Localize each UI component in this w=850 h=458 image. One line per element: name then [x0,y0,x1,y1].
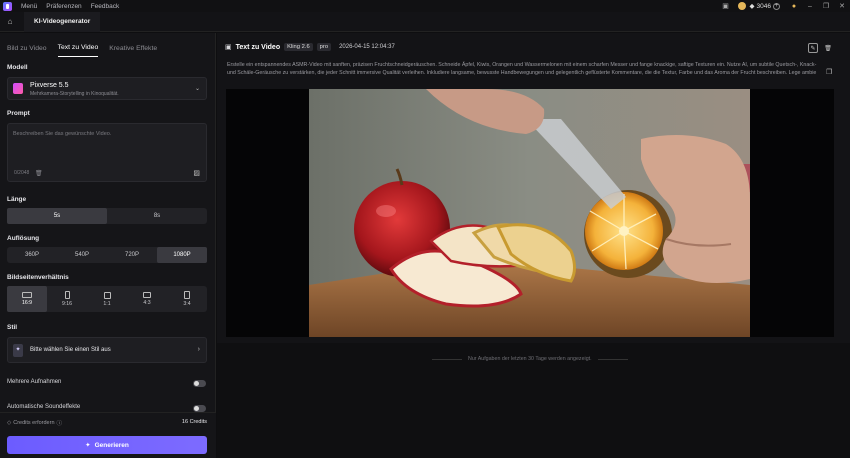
multi-shot-label: Mehrere Aufnahmen [7,379,62,385]
resolution-option-720p[interactable]: 720P [107,247,157,263]
tab-row: ⌂ KI-Videogenerator [0,11,850,32]
model-name: Pixverse 5.5 [30,82,69,89]
retention-note: Nur Aufgaben der letzten 30 Tage werden … [432,356,628,362]
credits-required-label: Credits erfordern [13,420,55,426]
info-icon[interactable]: ⓘ [57,419,63,427]
credits-required: ◇ Credits erfordern ⓘ [7,419,62,427]
resolution-heading: Auflösung [7,235,40,242]
trash-icon[interactable]: 🗑 [35,170,43,177]
close-icon[interactable]: ✕ [838,2,846,10]
length-heading: Länge [7,196,27,203]
credits-pill[interactable]: ◆ 3046 + [750,2,780,10]
resolution-option-360p[interactable]: 360P [7,247,57,263]
minimize-icon[interactable]: – [806,2,814,10]
task-title: Text zu Video [235,43,281,51]
video-frame-image [226,89,834,337]
ratio-4-3-icon [143,292,151,298]
length-option-8s[interactable]: 8s [107,208,207,224]
task-card: ▣ Text zu Video Kling 2.6 pro 2026-04-15… [217,33,850,343]
generate-button[interactable]: ✦ Generieren [7,436,207,454]
coin-icon[interactable] [737,2,746,10]
copy-icon[interactable]: ❐ [826,68,832,76]
diamond-icon: ◇ [7,420,12,426]
maximize-icon[interactable]: ❐ [822,2,830,10]
length-selector: 5s 8s [7,208,207,224]
prompt-placeholder: Beschreiben Sie das gewünschte Video. [13,131,112,137]
ratio-selector: 16:9 9:16 1:1 4:3 3:4 [7,286,207,312]
mode-tabs: Bild zu Video Text zu Video Kreative Eff… [0,33,215,57]
tab-text-to-video[interactable]: Text zu Video [57,44,99,57]
ratio-1-1-icon [103,291,111,299]
account-icon[interactable]: ● [790,2,798,10]
app-logo-icon [3,1,12,11]
ratio-3-4-icon [184,291,190,299]
ratio-label: 1:1 [103,300,111,307]
generate-bar: ◇ Credits erfordern ⓘ 16 Credits ✦ Gener… [0,412,216,458]
task-timestamp: 2026-04-15 12:04:37 [339,44,395,50]
auto-sound-toggle[interactable] [193,405,206,412]
ratio-label: 4:3 [143,300,151,306]
ratio-option-4-3[interactable]: 4:3 [127,286,167,312]
tab-creative-effects[interactable]: Kreative Effekte [109,45,157,57]
menu-item-feedback[interactable]: Feedback [91,3,120,10]
style-icon: ✦ [13,344,23,357]
multi-shot-toggle[interactable] [193,380,206,387]
sidebar: Bild zu Video Text zu Video Kreative Eff… [0,33,216,458]
divider-right [597,358,628,360]
style-heading: Stil [7,324,18,331]
gift-icon[interactable]: ▣ [722,2,730,10]
tab-image-to-video[interactable]: Bild zu Video [7,45,47,57]
video-player[interactable] [226,89,834,337]
ratio-option-9-16[interactable]: 9:16 [47,286,87,312]
sparkle-icon: ✦ [85,442,91,449]
model-chip: Kling 2.6 [284,43,313,51]
task-prompt: Erstelle ein entspannendes ASMR-Video mi… [227,62,817,76]
ratio-option-3-4[interactable]: 3:4 [167,286,207,312]
style-label: Bitte wählen Sie einen Stil aus [30,347,111,353]
resolution-option-1080p[interactable]: 1080P [157,247,207,263]
chevron-right-icon: › [197,346,200,353]
ratio-label: 16:9 [21,300,33,306]
main-panel: ▣ Text zu Video Kling 2.6 pro 2026-04-15… [217,33,850,458]
model-heading: Modell [7,64,28,71]
edit-icon[interactable]: ✎ [808,43,818,53]
model-description: Mehrkamera-Storytelling in Kinoqualität. [30,91,119,97]
ratio-option-16-9[interactable]: 16:9 [7,286,47,312]
title-bar: Menü Präferenzen Feedback ▣ ◆ 3046 + ● –… [0,0,850,12]
ratio-9-16-icon [64,291,70,299]
menu-item-menu[interactable]: Menü [21,3,37,10]
resolution-selector: 360P 540P 720P 1080P [7,247,207,263]
ratio-heading: Bildseitenverhältnis [7,274,69,281]
image-icon[interactable]: ▨ [193,169,200,177]
home-icon[interactable]: ⌂ [4,16,16,28]
quality-chip: pro [316,43,332,51]
ratio-label: 3:4 [183,301,191,307]
ratio-16-9-icon [22,292,32,298]
task-header: ▣ Text zu Video Kling 2.6 pro 2026-04-15… [225,43,395,51]
ratio-option-1-1[interactable]: 1:1 [87,286,127,312]
model-selector[interactable]: Pixverse 5.5 Mehrkamera-Storytelling in … [7,77,207,100]
diamond-icon: ◆ [749,3,755,10]
prompt-heading: Prompt [7,110,30,117]
pixverse-logo-icon [13,83,23,94]
prompt-char-count: 0/2048 [14,170,30,176]
credits-required-value: 16 Credits [181,419,207,425]
resolution-option-540p[interactable]: 540P [57,247,107,263]
length-option-5s[interactable]: 5s [7,208,107,224]
divider-left [432,358,462,360]
prompt-input[interactable]: Beschreiben Sie das gewünschte Video. 0/… [7,123,207,182]
video-icon: ▣ [225,44,232,51]
credits-count: 3046 [756,2,771,10]
chevron-down-icon: ⌄ [194,86,200,92]
style-selector[interactable]: ✦ Bitte wählen Sie einen Stil aus › [7,337,207,363]
delete-icon[interactable]: 🗑 [823,43,833,53]
generate-button-label: Generieren [94,441,129,449]
auto-sound-label: Automatische Soundeffekte [7,404,81,410]
ratio-label: 9:16 [61,301,73,307]
retention-note-text: Nur Aufgaben der letzten 30 Tage werden … [468,356,592,362]
tab-ai-video-generator[interactable]: KI-Videogenerator [24,11,101,32]
add-credits-icon[interactable]: + [773,2,780,10]
menu-item-preferences[interactable]: Präferenzen [46,3,81,10]
